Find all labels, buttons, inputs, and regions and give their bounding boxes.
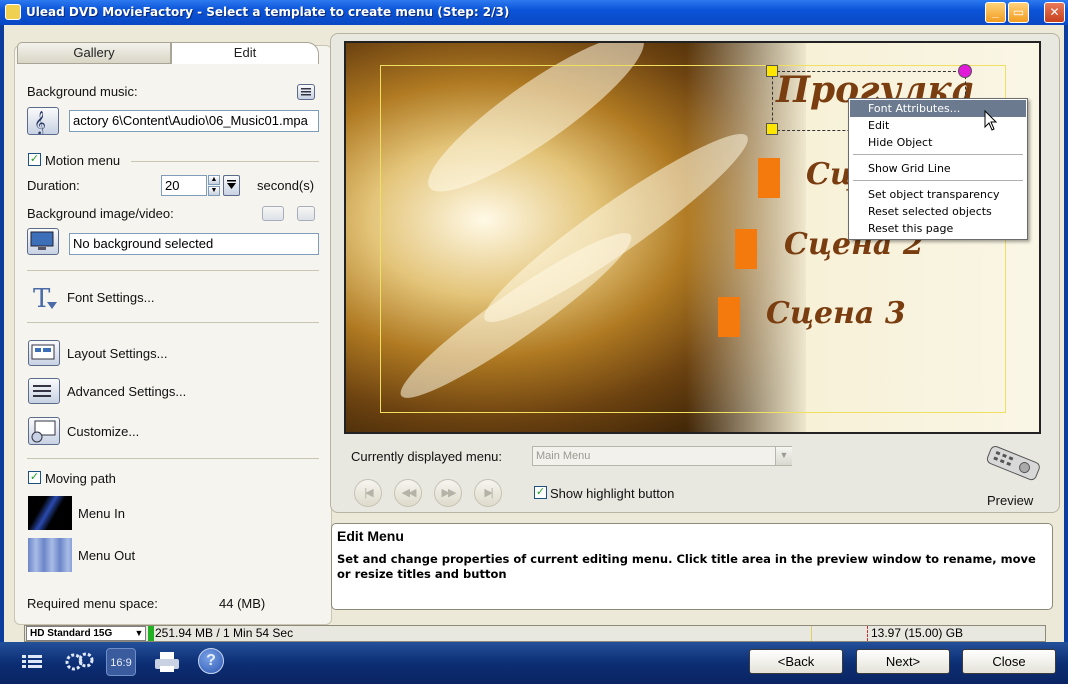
resize-handle[interactable]: [766, 123, 778, 135]
highlight-button-marker[interactable]: [735, 229, 757, 269]
motion-menu-checkbox[interactable]: ✓: [28, 153, 41, 166]
help-icon[interactable]: ?: [198, 648, 224, 674]
remote-control-icon[interactable]: [981, 444, 1045, 484]
swap-icon: [262, 206, 284, 221]
print-icon[interactable]: [152, 648, 182, 676]
menu-separator: [853, 154, 1023, 155]
divider: [27, 322, 319, 323]
svg-text:T: T: [33, 284, 51, 312]
highlight-button-marker[interactable]: [718, 297, 740, 337]
menu-item-hide-object[interactable]: Hide Object: [850, 134, 1026, 151]
app-window: Ulead DVD MovieFactory - Select a templa…: [0, 0, 1068, 684]
customize-button[interactable]: Customize...: [67, 424, 139, 439]
maximize-button[interactable]: ▭: [1008, 2, 1029, 23]
window-title: Ulead DVD MovieFactory - Select a templa…: [26, 5, 510, 19]
menu-out-label[interactable]: Menu Out: [78, 548, 135, 563]
background-music-field[interactable]: actory 6\Content\Audio\06_Music01.mpa: [69, 110, 319, 132]
menu-in-thumbnail[interactable]: [28, 496, 72, 530]
divider: [27, 458, 319, 459]
divider: [131, 161, 319, 162]
background-image-field[interactable]: No background selected: [69, 233, 319, 255]
duration-unit: second(s): [257, 178, 315, 193]
tab-edit[interactable]: Edit: [171, 42, 319, 64]
info-body: Set and change properties of current edi…: [337, 552, 1036, 581]
close-button[interactable]: Close: [962, 649, 1056, 674]
capacity-text: 13.97 (15.00) GB: [871, 626, 964, 640]
moving-path-label: Moving path: [45, 471, 116, 486]
next-button[interactable]: Next>: [856, 649, 950, 674]
preview-button-label[interactable]: Preview: [987, 493, 1033, 508]
aspect-ratio-icon[interactable]: 16:9: [106, 648, 136, 676]
refresh-icon: [297, 206, 315, 221]
title-bar[interactable]: Ulead DVD MovieFactory - Select a templa…: [0, 0, 1068, 25]
show-highlight-checkbox[interactable]: ✓: [534, 486, 547, 499]
motion-menu-label: Motion menu: [45, 153, 121, 168]
scene-3-button[interactable]: Сцена 3: [766, 296, 906, 331]
font-settings-button[interactable]: Font Settings...: [67, 290, 154, 305]
capacity-marker: [867, 626, 868, 641]
customize-icon[interactable]: [28, 417, 60, 445]
playlist-icon[interactable]: [297, 84, 315, 100]
duration-dropdown-button[interactable]: [223, 175, 240, 196]
advanced-settings-button[interactable]: Advanced Settings...: [67, 384, 186, 399]
tab-gallery[interactable]: Gallery: [17, 42, 171, 64]
duration-input[interactable]: 20: [161, 175, 207, 196]
bottom-toolbar: 16:9 ? <Back Next> Close: [0, 642, 1068, 684]
divider: [27, 270, 319, 271]
duration-label: Duration:: [27, 178, 80, 193]
required-space-value: 44 (MB): [219, 596, 266, 611]
info-title: Edit Menu: [337, 528, 404, 544]
chevron-down-icon[interactable]: ▼: [133, 627, 145, 640]
skip-start-button[interactable]: |◀: [354, 479, 382, 507]
help-info-box: Edit Menu Set and change properties of c…: [331, 523, 1053, 610]
layout-icon[interactable]: [28, 340, 60, 366]
back-button[interactable]: <Back: [749, 649, 843, 674]
menu-item-reset-page[interactable]: Reset this page: [850, 220, 1026, 237]
app-icon: [5, 4, 21, 20]
background-music-label: Background music:: [27, 84, 138, 99]
rewind-button[interactable]: ◀◀: [394, 479, 422, 507]
duration-down-button[interactable]: ▼: [208, 186, 220, 196]
disc-usage-bar: HD Standard 15G ▼ 251.94 MB / 1 Min 54 S…: [24, 625, 1046, 642]
fast-forward-button[interactable]: ▶▶: [434, 479, 462, 507]
skip-end-button[interactable]: ▶|: [474, 479, 502, 507]
disc-type-select[interactable]: HD Standard 15G: [26, 626, 146, 641]
minimize-button[interactable]: _: [985, 2, 1006, 23]
duration-up-button[interactable]: ▲: [208, 175, 220, 185]
menu-in-label[interactable]: Menu In: [78, 506, 125, 521]
close-window-button[interactable]: ✕: [1044, 2, 1065, 23]
menu-item-reset-selected[interactable]: Reset selected objects: [850, 203, 1026, 220]
usage-fill: [148, 626, 154, 641]
advanced-settings-icon[interactable]: [28, 378, 60, 404]
monitor-icon[interactable]: [27, 228, 59, 255]
font-icon[interactable]: T: [29, 284, 59, 314]
show-highlight-label: Show highlight button: [550, 486, 675, 501]
music-file-icon[interactable]: 𝄞: [27, 107, 59, 135]
marker-line: [811, 626, 812, 641]
background-image-label: Background image/video:: [27, 206, 174, 221]
required-space-label: Required menu space:: [27, 596, 158, 611]
menu-separator: [853, 180, 1023, 181]
currently-displayed-label: Currently displayed menu:: [351, 449, 503, 464]
highlight-button-marker[interactable]: [758, 158, 780, 198]
menu-item-show-grid-line[interactable]: Show Grid Line: [850, 160, 1026, 177]
mouse-cursor-icon: [984, 109, 1000, 132]
resize-handle[interactable]: [766, 65, 778, 77]
context-menu: Font Attributes... Edit Hide Object Show…: [848, 98, 1028, 240]
chevron-down-icon[interactable]: ▼: [775, 447, 792, 465]
menu-item-set-transparency[interactable]: Set object transparency: [850, 186, 1026, 203]
svg-text:𝄞: 𝄞: [34, 110, 46, 134]
used-space-text: 251.94 MB / 1 Min 54 Sec: [155, 626, 294, 640]
settings-icon[interactable]: [62, 648, 94, 676]
moving-path-checkbox[interactable]: ✓: [28, 471, 41, 484]
menu-out-thumbnail[interactable]: [28, 538, 72, 572]
edit-panel: Gallery Edit Background music: 𝄞 actory …: [14, 42, 332, 625]
rotate-handle[interactable]: [958, 64, 972, 78]
layout-settings-button[interactable]: Layout Settings...: [67, 346, 167, 361]
menu-list-icon[interactable]: [18, 648, 48, 676]
displayed-menu-select[interactable]: Main Menu: [532, 446, 792, 466]
